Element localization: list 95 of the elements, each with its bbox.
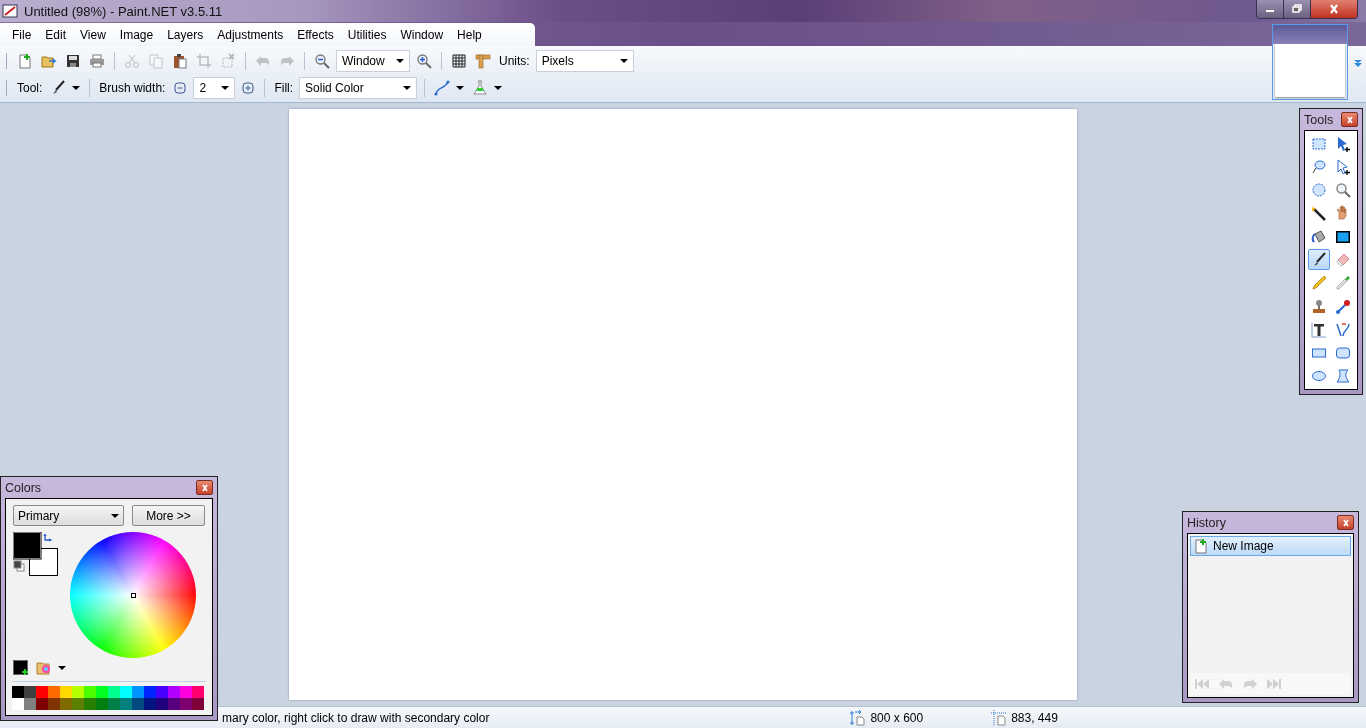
menu-item[interactable]: View <box>73 27 113 42</box>
close-button[interactable] <box>1311 0 1357 18</box>
close-icon <box>1344 115 1355 124</box>
history-item-label: New Image <box>1213 539 1274 553</box>
palette-color[interactable] <box>108 686 120 698</box>
minimize-button[interactable] <box>1257 0 1284 18</box>
navigator-thumbnail[interactable] <box>1272 24 1348 100</box>
curve-icon <box>434 79 451 96</box>
close-icon <box>1340 518 1351 527</box>
add-color-icon[interactable] <box>13 660 29 676</box>
decrease-icon[interactable] <box>174 81 187 94</box>
palette-color[interactable] <box>48 698 60 710</box>
palette-color[interactable] <box>192 698 204 710</box>
grid-icon[interactable] <box>451 52 467 69</box>
paintbrush-icon <box>50 79 67 96</box>
close-icon <box>199 483 210 492</box>
zoom-out-icon[interactable] <box>314 52 330 69</box>
units-label: Units: <box>499 53 530 68</box>
zoom-in-icon[interactable] <box>416 52 432 69</box>
palette-color[interactable] <box>192 686 204 698</box>
status-hint: mary color, right click to draw with secondary color <box>222 710 490 725</box>
menu-item[interactable]: Window <box>393 27 451 42</box>
panel-title: Colors <box>5 480 42 495</box>
menu-item[interactable]: Effects <box>290 27 341 42</box>
image-size: 800 x 600 <box>870 710 924 725</box>
menu-item[interactable]: Help <box>450 27 489 42</box>
palette-color[interactable] <box>156 686 168 698</box>
palette-color[interactable] <box>24 698 36 710</box>
zoom-dropdown[interactable]: Window <box>336 49 410 72</box>
palette-color[interactable] <box>36 698 48 710</box>
palette-color[interactable] <box>180 698 192 710</box>
increase-icon[interactable] <box>242 81 255 94</box>
palette-color[interactable] <box>84 686 96 698</box>
close-button[interactable] <box>1341 112 1358 127</box>
flask-icon <box>472 79 489 96</box>
units-dropdown[interactable]: Pixels <box>535 49 634 72</box>
window-title: Untitled (98%) - Paint.NET v3.5.11 <box>24 3 223 19</box>
restore-button[interactable] <box>1284 0 1311 18</box>
menu-item[interactable]: Adjustments <box>210 27 291 42</box>
palette-color[interactable] <box>72 686 84 698</box>
brush-width-label: Brush width: <box>99 80 166 95</box>
palette-color[interactable] <box>12 698 24 710</box>
palette-color[interactable] <box>120 698 132 710</box>
menu-item[interactable]: Layers <box>160 27 211 42</box>
chevron-icon[interactable] <box>1353 58 1363 68</box>
palette-color[interactable] <box>132 698 144 710</box>
palette-color[interactable] <box>72 698 84 710</box>
ruler-icon[interactable] <box>475 52 491 69</box>
menu-item[interactable]: File <box>5 27 39 42</box>
palette-color[interactable] <box>156 698 168 710</box>
app-icon <box>2 3 18 19</box>
restore-icon <box>1289 4 1305 14</box>
tool-label: Tool: <box>17 80 43 95</box>
palette-color[interactable] <box>12 686 24 698</box>
palette-color[interactable] <box>48 686 60 698</box>
palette-color[interactable] <box>96 698 108 710</box>
paintbrush-icon[interactable] <box>1307 249 1330 271</box>
palette-color[interactable] <box>180 686 192 698</box>
new-page-icon <box>1193 538 1209 554</box>
palette-color[interactable] <box>120 686 132 698</box>
reset-colors-icon[interactable] <box>13 560 25 572</box>
palette-color[interactable] <box>144 686 156 698</box>
panel-title: History <box>1187 515 1226 530</box>
new-page-icon[interactable] <box>17 52 33 69</box>
menu-item[interactable]: Image <box>112 27 161 42</box>
close-button[interactable] <box>196 480 213 495</box>
swap-icon[interactable] <box>43 534 53 544</box>
palette-color[interactable] <box>84 698 96 710</box>
palette-color[interactable] <box>36 686 48 698</box>
palette-color[interactable] <box>168 686 180 698</box>
more-button[interactable]: More >> <box>132 505 205 526</box>
close-button[interactable] <box>1337 515 1354 530</box>
printer-icon[interactable] <box>89 52 105 69</box>
panel-title: Tools <box>1304 112 1334 127</box>
palette-color[interactable] <box>60 686 72 698</box>
palette-color[interactable] <box>96 686 108 698</box>
palette-color[interactable] <box>60 698 72 710</box>
palette-color[interactable] <box>132 686 144 698</box>
brush-width-dropdown[interactable]: 2 <box>193 76 236 99</box>
menu-item[interactable]: Edit <box>38 27 74 42</box>
palette-color[interactable] <box>168 698 180 710</box>
clipboard-icon[interactable] <box>172 52 188 69</box>
fill-label: Fill: <box>274 80 294 95</box>
history-item[interactable]: New Image <box>1190 536 1351 556</box>
cursor-position: 883, 449 <box>1011 710 1058 725</box>
folder-icon <box>36 660 52 676</box>
palette-color[interactable] <box>24 686 36 698</box>
palette-color[interactable] <box>108 698 120 710</box>
fill-dropdown[interactable]: Solid Color <box>299 76 418 99</box>
color-mode-dropdown[interactable]: Primary <box>13 505 124 526</box>
palette-color[interactable] <box>144 698 156 710</box>
menu-item[interactable]: Utilities <box>340 27 394 42</box>
image-size-icon <box>850 709 867 726</box>
cursor-position-icon <box>991 709 1008 726</box>
color-swatches-drawing[interactable] <box>13 532 59 576</box>
